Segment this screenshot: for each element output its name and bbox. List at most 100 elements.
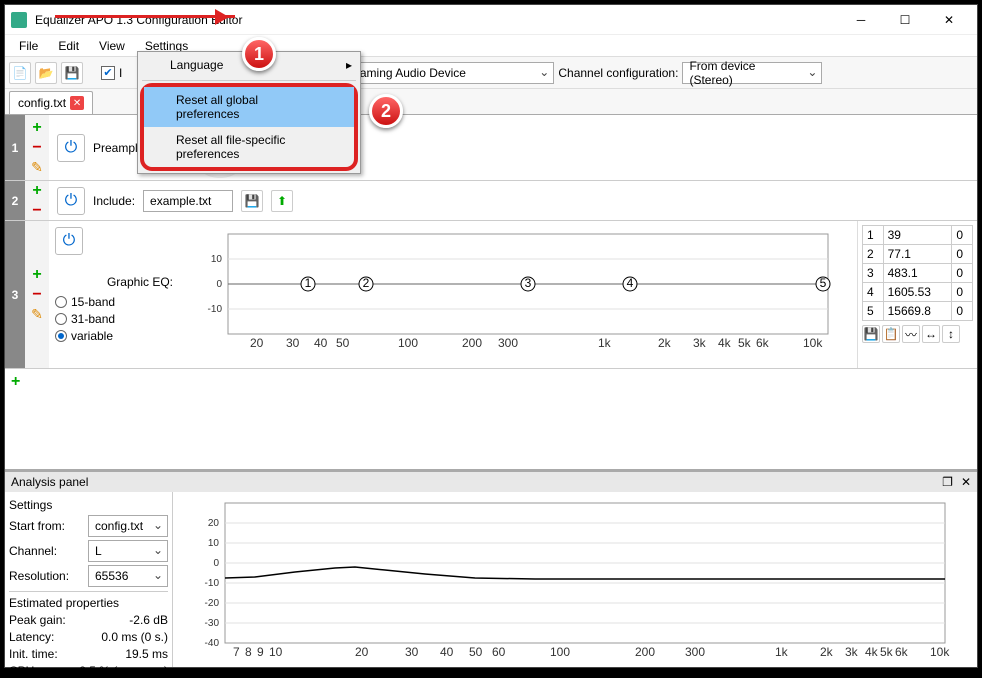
- dock-icon[interactable]: ❐: [942, 475, 953, 489]
- instant-checkbox[interactable]: ✔: [101, 66, 115, 80]
- svg-text:20: 20: [208, 518, 220, 529]
- tab-config[interactable]: config.txt ✕: [9, 91, 93, 114]
- menu-reset-file-specific[interactable]: Reset all file-specific preferences: [144, 127, 354, 167]
- svg-text:2k: 2k: [658, 336, 672, 350]
- svg-text:20: 20: [355, 645, 369, 659]
- svg-text:0: 0: [216, 279, 222, 290]
- svg-text:300: 300: [498, 336, 518, 350]
- remove-icon[interactable]: −: [32, 286, 41, 304]
- analysis-title: Analysis panel: [11, 475, 88, 489]
- svg-text:3k: 3k: [693, 336, 707, 350]
- eq-tool-copy-icon[interactable]: 📋: [882, 325, 900, 343]
- svg-text:4k: 4k: [865, 645, 879, 659]
- eq-tool-save-icon[interactable]: 💾: [862, 325, 880, 343]
- radio-variable[interactable]: variable: [55, 329, 173, 343]
- svg-text:200: 200: [462, 336, 482, 350]
- svg-text:300: 300: [685, 645, 705, 659]
- eq-tool-wave-icon[interactable]: 〰: [902, 325, 920, 343]
- add-icon[interactable]: +: [32, 266, 41, 284]
- svg-text:1: 1: [305, 276, 312, 290]
- svg-text:7: 7: [233, 645, 240, 659]
- remove-icon[interactable]: −: [32, 202, 41, 220]
- svg-text:6k: 6k: [756, 336, 770, 350]
- svg-text:40: 40: [314, 336, 328, 350]
- menu-separator: [142, 80, 356, 81]
- app-icon: [11, 12, 27, 28]
- svg-text:3: 3: [525, 276, 532, 290]
- menu-edit[interactable]: Edit: [48, 36, 89, 56]
- include-input[interactable]: [143, 190, 233, 212]
- up-arrow-icon[interactable]: ⬆: [271, 190, 293, 212]
- radio-15band[interactable]: 15-band: [55, 295, 173, 309]
- svg-text:5k: 5k: [880, 645, 894, 659]
- minimize-button[interactable]: ─: [839, 6, 883, 34]
- svg-text:-10: -10: [205, 578, 220, 589]
- svg-text:30: 30: [405, 645, 419, 659]
- add-icon[interactable]: +: [11, 373, 20, 390]
- open-file-icon[interactable]: 📂: [35, 62, 57, 84]
- svg-text:10: 10: [211, 254, 223, 265]
- svg-text:-30: -30: [205, 618, 220, 629]
- include-label: Include:: [93, 194, 135, 208]
- eq-tool-invert-icon[interactable]: ↕: [942, 325, 960, 343]
- svg-text:5k: 5k: [738, 336, 752, 350]
- svg-text:10k: 10k: [930, 645, 950, 659]
- svg-text:10: 10: [269, 645, 283, 659]
- svg-text:9: 9: [257, 645, 264, 659]
- save-icon[interactable]: 💾: [61, 62, 83, 84]
- edit-icon[interactable]: ✎: [31, 306, 43, 323]
- svg-text:-10: -10: [208, 304, 223, 315]
- svg-text:30: 30: [286, 336, 300, 350]
- svg-text:2k: 2k: [820, 645, 834, 659]
- tab-close-icon[interactable]: ✕: [70, 96, 84, 110]
- eq-tool-flat-icon[interactable]: ↔: [922, 325, 940, 343]
- remove-icon[interactable]: −: [32, 139, 41, 157]
- channel-config-select[interactable]: From device (Stereo): [682, 62, 822, 84]
- svg-text:1k: 1k: [598, 336, 612, 350]
- eq-graph[interactable]: 10 0 -10 20 30 40 50 100 200 300 1k 2: [179, 221, 857, 368]
- tab-label: config.txt: [18, 96, 66, 110]
- start-from-select[interactable]: config.txt: [88, 515, 168, 537]
- power-icon[interactable]: ⏻: [55, 227, 83, 255]
- channel-select[interactable]: L: [88, 540, 168, 562]
- power-icon[interactable]: ⏻: [57, 187, 85, 215]
- svg-text:10k: 10k: [803, 336, 823, 350]
- svg-text:1k: 1k: [775, 645, 789, 659]
- app-window: Equalizer APO 1.3 Configuration Editor ─…: [4, 4, 978, 668]
- menu-file[interactable]: File: [9, 36, 48, 56]
- resolution-select[interactable]: 65536: [88, 565, 168, 587]
- svg-text:3k: 3k: [845, 645, 859, 659]
- svg-text:60: 60: [492, 645, 506, 659]
- svg-text:-20: -20: [205, 598, 220, 609]
- svg-text:100: 100: [398, 336, 418, 350]
- add-filter-row: +: [5, 369, 977, 395]
- edit-icon[interactable]: ✎: [31, 159, 43, 176]
- analysis-graph[interactable]: 20 10 0 -10 -20 -30 -40 7 8 9 10 20 30: [173, 492, 977, 667]
- instant-label: I: [119, 66, 122, 80]
- menu-view[interactable]: View: [89, 36, 135, 56]
- close-button[interactable]: ✕: [927, 6, 971, 34]
- menu-reset-global[interactable]: Reset all global preferences: [144, 87, 354, 127]
- analysis-settings: Settings Start from:config.txt Channel:L…: [5, 492, 173, 667]
- power-icon[interactable]: ⏻: [57, 134, 85, 162]
- svg-text:10: 10: [208, 538, 220, 549]
- analysis-panel: Analysis panel ❐ ✕ Settings Start from:c…: [5, 469, 977, 667]
- svg-text:100: 100: [550, 645, 570, 659]
- maximize-button[interactable]: ☐: [883, 6, 927, 34]
- svg-text:4: 4: [627, 276, 634, 290]
- settings-header: Settings: [9, 498, 168, 512]
- svg-text:2: 2: [363, 276, 370, 290]
- svg-text:40: 40: [440, 645, 454, 659]
- graphic-eq-label: Graphic EQ:: [55, 275, 173, 289]
- svg-text:50: 50: [336, 336, 350, 350]
- svg-text:0: 0: [213, 558, 219, 569]
- svg-text:-40: -40: [205, 638, 220, 649]
- save-include-icon[interactable]: 💾: [241, 190, 263, 212]
- add-icon[interactable]: +: [32, 182, 41, 200]
- add-icon[interactable]: +: [32, 119, 41, 137]
- radio-31band[interactable]: 31-band: [55, 312, 173, 326]
- new-file-icon[interactable]: 📄: [9, 62, 31, 84]
- settings-dropdown: Language Reset all global preferences Re…: [137, 51, 361, 174]
- close-panel-icon[interactable]: ✕: [961, 475, 971, 489]
- titlebar: Equalizer APO 1.3 Configuration Editor ─…: [5, 5, 977, 35]
